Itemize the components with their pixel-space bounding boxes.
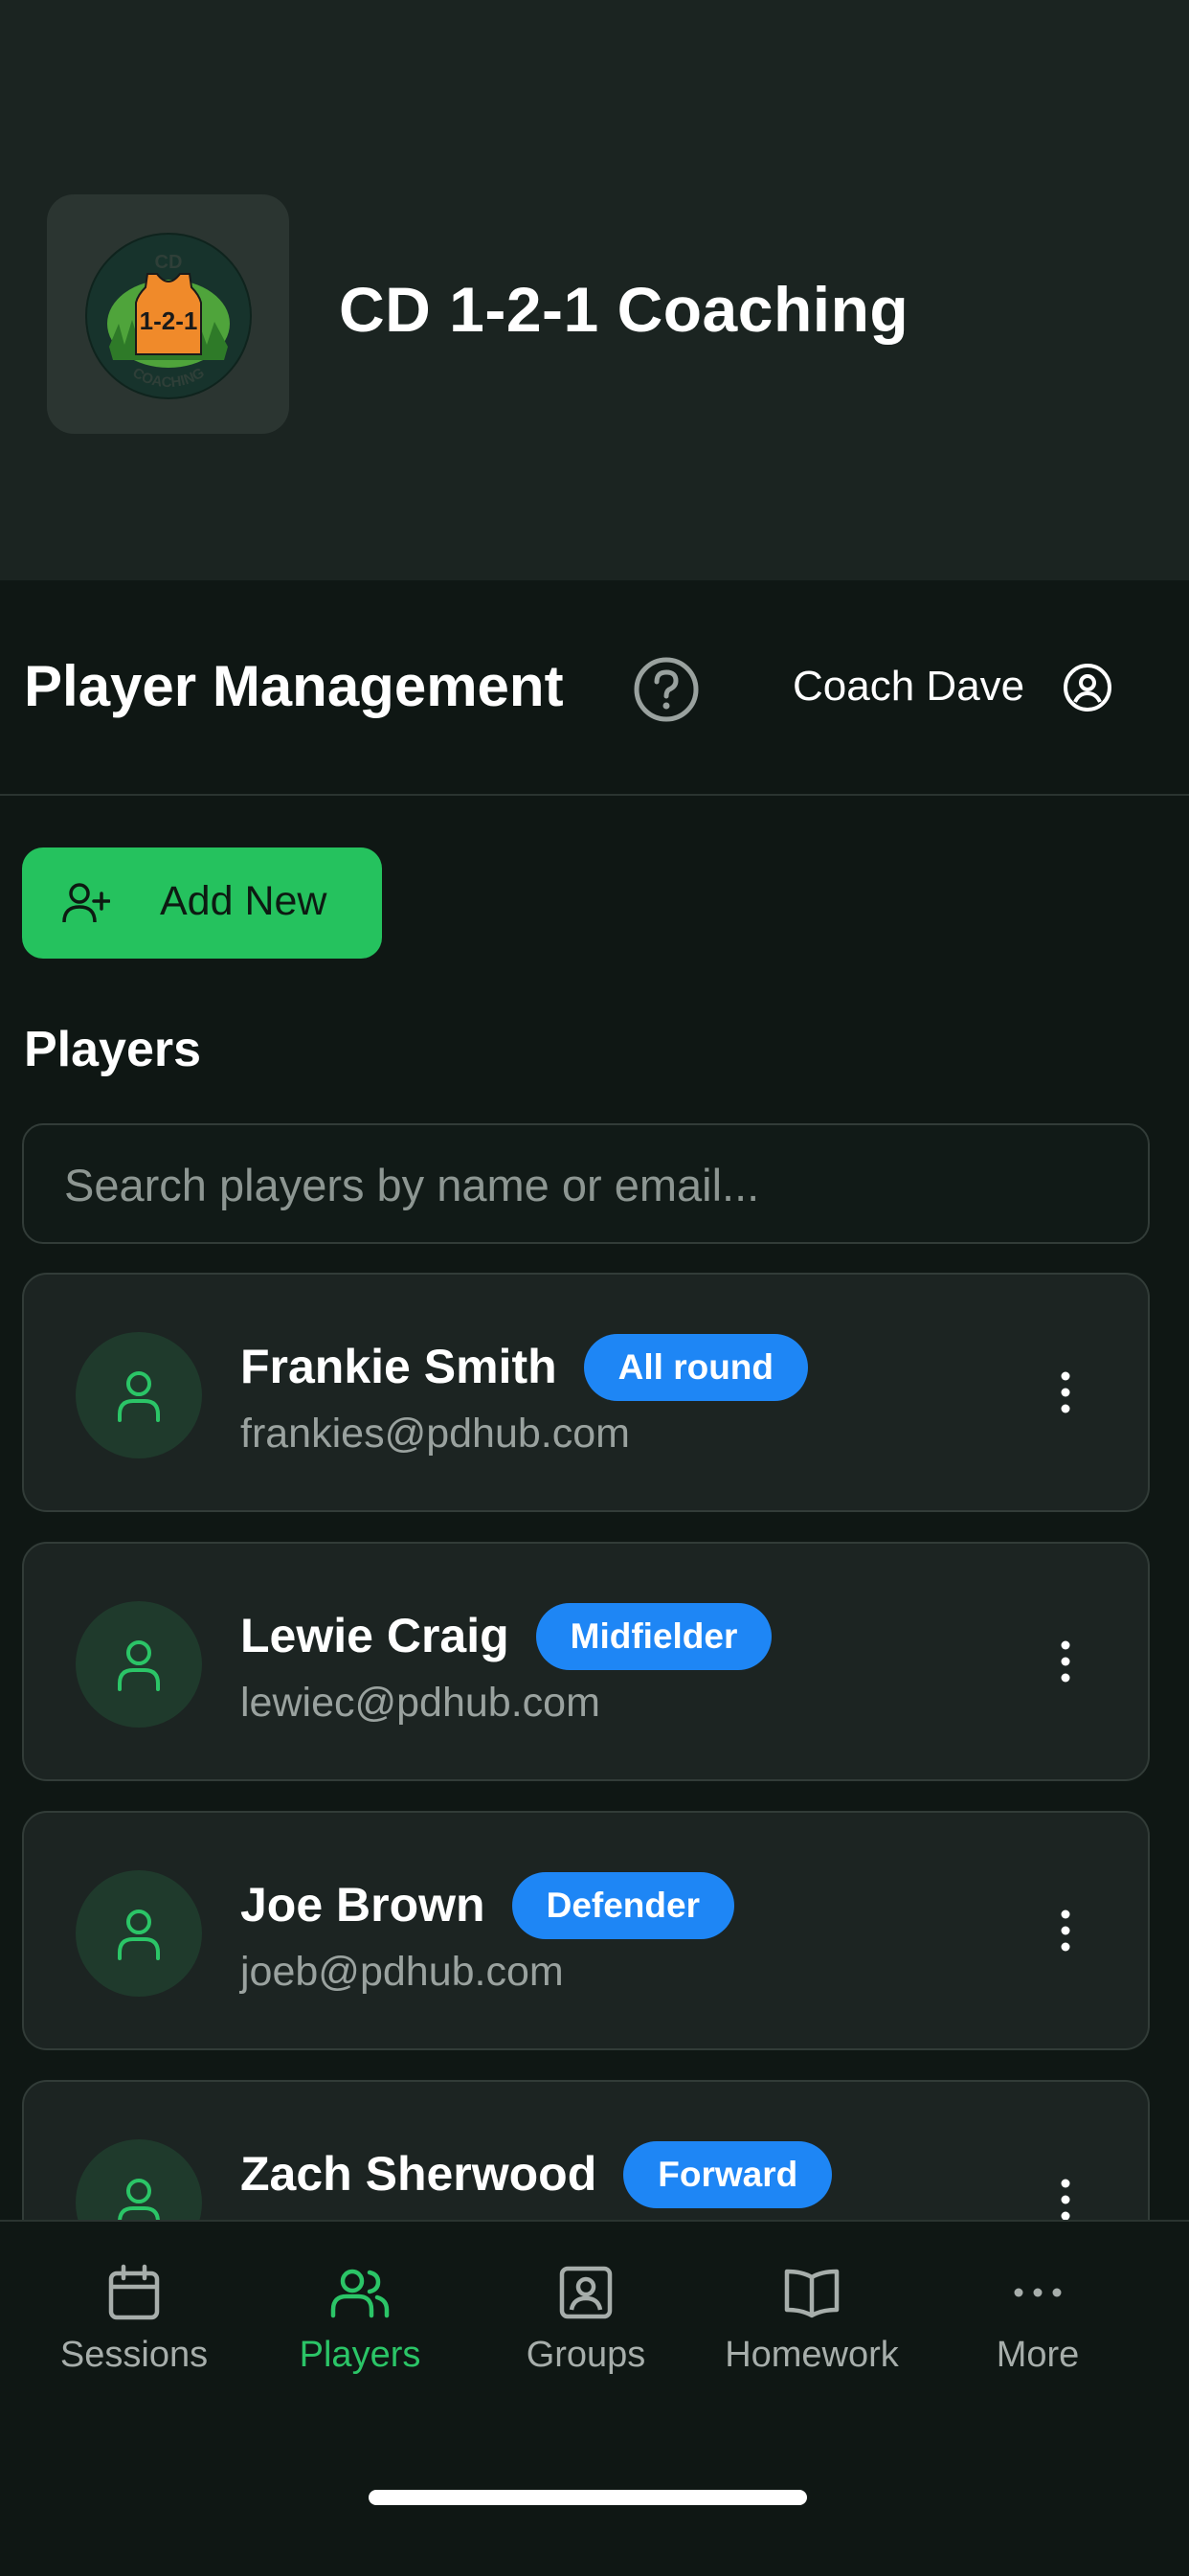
player-name: Zach Sherwood — [240, 2147, 597, 2201]
player-name-row: Zach Sherwood Forward — [240, 2141, 833, 2208]
nav-groups[interactable]: Groups — [476, 2262, 696, 2406]
user-icon — [118, 2179, 160, 2220]
role-badge: Midfielder — [535, 1603, 773, 1670]
player-name-row: Joe Brown Defender — [240, 1872, 734, 1939]
nav-homework[interactable]: Homework — [702, 2262, 922, 2406]
more-vertical-icon[interactable] — [1046, 1638, 1085, 1685]
nav-label: Homework — [725, 2335, 899, 2375]
player-card[interactable]: Frankie Smith All round frankies@pdhub.co… — [22, 1273, 1150, 1512]
user-icon — [118, 1640, 160, 1691]
nav-more[interactable]: More — [928, 2262, 1148, 2406]
book-icon — [784, 2269, 840, 2318]
player-email: frankies@pdhub.com — [240, 1411, 630, 1457]
player-name-row: Lewie Craig Midfielder — [240, 1603, 773, 1670]
player-card[interactable]: Lewie Craig Midfielder lewiec@pdhub.com — [22, 1542, 1150, 1781]
nav-players[interactable]: Players — [250, 2262, 470, 2406]
bottom-nav: Sessions Players Groups Homework More — [0, 2220, 1189, 2576]
more-vertical-icon[interactable] — [1046, 2176, 1085, 2220]
nav-sessions[interactable]: Sessions — [24, 2262, 244, 2406]
role-badge: Forward — [623, 2141, 833, 2208]
nav-label: More — [996, 2335, 1080, 2375]
player-name: Joe Brown — [240, 1878, 485, 1932]
avatar — [76, 1870, 202, 1997]
player-name-row: Frankie Smith All round — [240, 1334, 809, 1401]
more-vertical-icon[interactable] — [1046, 1907, 1085, 1955]
avatar — [76, 1332, 202, 1458]
player-email: lewiec@pdhub.com — [240, 1680, 600, 1726]
nav-label: Players — [299, 2335, 421, 2375]
player-name: Lewie Craig — [240, 1609, 509, 1662]
calendar-icon — [108, 2264, 160, 2320]
player-list: Frankie Smith All round frankies@pdhub.co… — [0, 0, 1189, 2220]
more-vertical-icon[interactable] — [1046, 1368, 1085, 1416]
avatar — [76, 1601, 202, 1728]
player-email: joeb@pdhub.com — [240, 1949, 564, 1995]
player-card[interactable]: Joe Brown Defender joeb@pdhub.com — [22, 1811, 1150, 2050]
role-badge: Defender — [511, 1872, 734, 1939]
user-icon — [118, 1909, 160, 1960]
users-icon — [330, 2269, 390, 2318]
nav-label: Sessions — [59, 2335, 209, 2375]
avatar — [76, 2139, 202, 2220]
player-card[interactable]: Zach Sherwood Forward — [22, 2080, 1150, 2220]
user-square-icon — [559, 2266, 613, 2319]
more-icon — [1014, 2288, 1062, 2297]
player-name: Frankie Smith — [240, 1340, 557, 1393]
user-icon — [118, 1371, 160, 1422]
nav-label: Groups — [526, 2335, 646, 2375]
home-indicator[interactable] — [369, 2490, 807, 2505]
role-badge: All round — [583, 1334, 809, 1401]
